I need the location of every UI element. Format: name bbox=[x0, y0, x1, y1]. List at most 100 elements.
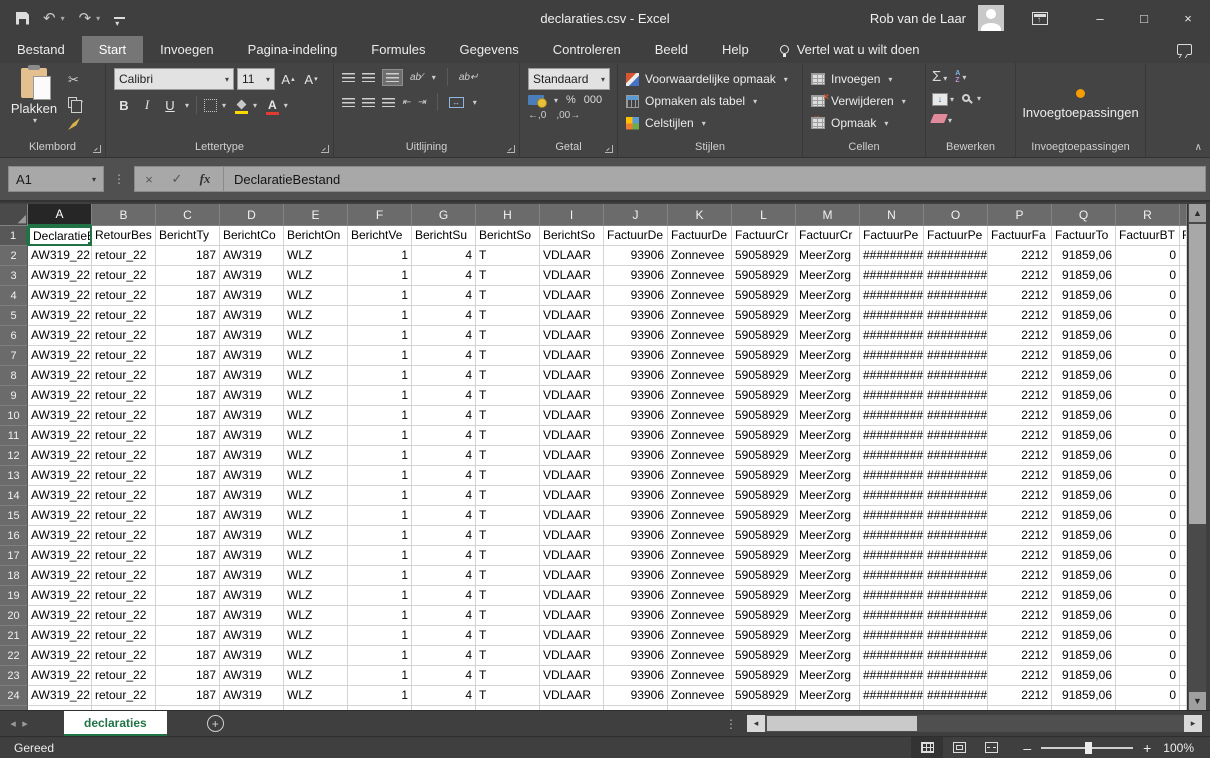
cell-M14[interactable]: MeerZorg bbox=[796, 486, 860, 506]
conditional-formatting-button[interactable]: Voorwaardelijke opmaak ▾ bbox=[626, 70, 794, 88]
cell-F23[interactable]: 1 bbox=[348, 666, 412, 686]
cell-H2[interactable]: T bbox=[476, 246, 540, 266]
cell-I17[interactable]: VDLAAR bbox=[540, 546, 604, 566]
cell-D17[interactable]: AW319 bbox=[220, 546, 284, 566]
row-header-12[interactable]: 12 bbox=[0, 446, 28, 466]
tab-pagina-indeling[interactable]: Pagina-indeling bbox=[231, 36, 355, 63]
cell-N8[interactable]: ######### bbox=[860, 366, 924, 386]
cell-N14[interactable]: ######### bbox=[860, 486, 924, 506]
cell-C8[interactable]: 187 bbox=[156, 366, 220, 386]
cell-R9[interactable]: 0 bbox=[1116, 386, 1180, 406]
cell-R8[interactable]: 0 bbox=[1116, 366, 1180, 386]
cell-L5[interactable]: 59058929 bbox=[732, 306, 796, 326]
cell-D18[interactable]: AW319 bbox=[220, 566, 284, 586]
increase-font-size-button[interactable]: A▴ bbox=[278, 69, 298, 89]
cell-M4[interactable]: MeerZorg bbox=[796, 286, 860, 306]
cell-E9[interactable]: WLZ bbox=[284, 386, 348, 406]
cell-E21[interactable]: WLZ bbox=[284, 626, 348, 646]
dialog-launcher-icon[interactable] bbox=[605, 145, 613, 153]
cell-H24[interactable]: T bbox=[476, 686, 540, 706]
column-header-R[interactable]: R bbox=[1116, 204, 1180, 226]
cell-I7[interactable]: VDLAAR bbox=[540, 346, 604, 366]
chevron-down-icon[interactable]: ▾ bbox=[185, 101, 189, 110]
cell-R13[interactable]: 0 bbox=[1116, 466, 1180, 486]
cell-I9[interactable]: VDLAAR bbox=[540, 386, 604, 406]
cell-P4[interactable]: 2212 bbox=[988, 286, 1052, 306]
cell-I23[interactable]: VDLAAR bbox=[540, 666, 604, 686]
cell-P23[interactable]: 2212 bbox=[988, 666, 1052, 686]
cell-I24[interactable]: VDLAAR bbox=[540, 686, 604, 706]
dialog-launcher-icon[interactable] bbox=[321, 145, 329, 153]
cell-I3[interactable]: VDLAAR bbox=[540, 266, 604, 286]
cell-J11[interactable]: 93906 bbox=[604, 426, 668, 446]
cell-B2[interactable]: retour_22 bbox=[92, 246, 156, 266]
cell-Q2[interactable]: 91859,06 bbox=[1052, 246, 1116, 266]
cell-styles-button[interactable]: Celstijlen ▾ bbox=[626, 114, 794, 132]
cell-K23[interactable]: Zonnevee bbox=[668, 666, 732, 686]
cell-K12[interactable]: Zonnevee bbox=[668, 446, 732, 466]
cell-D8[interactable]: AW319 bbox=[220, 366, 284, 386]
dialog-launcher-icon[interactable] bbox=[93, 145, 101, 153]
autosum-button[interactable]: Σ▾ bbox=[932, 68, 947, 86]
cell-L21[interactable]: 59058929 bbox=[732, 626, 796, 646]
cell-N19[interactable]: ######### bbox=[860, 586, 924, 606]
column-header-L[interactable]: L bbox=[732, 204, 796, 226]
cell-B18[interactable]: retour_22 bbox=[92, 566, 156, 586]
cell-partial-column[interactable] bbox=[1180, 546, 1187, 566]
cell-A9[interactable]: AW319_22 bbox=[28, 386, 92, 406]
cell-M9[interactable]: MeerZorg bbox=[796, 386, 860, 406]
cell-H11[interactable]: T bbox=[476, 426, 540, 446]
cell-M17[interactable]: MeerZorg bbox=[796, 546, 860, 566]
cell-A18[interactable]: AW319_22 bbox=[28, 566, 92, 586]
cell-K10[interactable]: Zonnevee bbox=[668, 406, 732, 426]
cell-C2[interactable]: 187 bbox=[156, 246, 220, 266]
cell-A17[interactable]: AW319_22 bbox=[28, 546, 92, 566]
cell-C11[interactable]: 187 bbox=[156, 426, 220, 446]
cell-P16[interactable]: 2212 bbox=[988, 526, 1052, 546]
cell-L17[interactable]: 59058929 bbox=[732, 546, 796, 566]
cell-P8[interactable]: 2212 bbox=[988, 366, 1052, 386]
cell-Q10[interactable]: 91859,06 bbox=[1052, 406, 1116, 426]
cell-C13[interactable]: 187 bbox=[156, 466, 220, 486]
chevron-down-icon[interactable]: ▾ bbox=[222, 101, 226, 110]
cell-R12[interactable]: 0 bbox=[1116, 446, 1180, 466]
cell-N11[interactable]: ######### bbox=[860, 426, 924, 446]
cell-M20[interactable]: MeerZorg bbox=[796, 606, 860, 626]
format-as-table-button[interactable]: Opmaken als tabel ▾ bbox=[626, 92, 794, 110]
cell-A2[interactable]: AW319_22 bbox=[28, 246, 92, 266]
cell-Q18[interactable]: 91859,06 bbox=[1052, 566, 1116, 586]
cell-D16[interactable]: AW319 bbox=[220, 526, 284, 546]
cell-Q14[interactable]: 91859,06 bbox=[1052, 486, 1116, 506]
cell-L18[interactable]: 59058929 bbox=[732, 566, 796, 586]
cell-C21[interactable]: 187 bbox=[156, 626, 220, 646]
cell-Q3[interactable]: 91859,06 bbox=[1052, 266, 1116, 286]
column-header-B[interactable]: B bbox=[92, 204, 156, 226]
cell-K13[interactable]: Zonnevee bbox=[668, 466, 732, 486]
cell-P14[interactable]: 2212 bbox=[988, 486, 1052, 506]
cell-N5[interactable]: ######### bbox=[860, 306, 924, 326]
cell-G16[interactable]: 4 bbox=[412, 526, 476, 546]
cell-L2[interactable]: 59058929 bbox=[732, 246, 796, 266]
chevron-down-icon[interactable]: ▾ bbox=[554, 96, 558, 105]
row-header-23[interactable]: 23 bbox=[0, 666, 28, 686]
cell-partial-column[interactable] bbox=[1180, 566, 1187, 586]
cell-F10[interactable]: 1 bbox=[348, 406, 412, 426]
cell-B24[interactable]: retour_22 bbox=[92, 686, 156, 706]
currency-format-icon[interactable] bbox=[528, 95, 544, 105]
cell-A6[interactable]: AW319_22 bbox=[28, 326, 92, 346]
cell-F6[interactable]: 1 bbox=[348, 326, 412, 346]
cell-D22[interactable]: AW319 bbox=[220, 646, 284, 666]
cell-M23[interactable]: MeerZorg bbox=[796, 666, 860, 686]
cell-C15[interactable]: 187 bbox=[156, 506, 220, 526]
cell-Q9[interactable]: 91859,06 bbox=[1052, 386, 1116, 406]
column-header-A[interactable]: A bbox=[28, 204, 92, 226]
cell-partial-column[interactable] bbox=[1180, 626, 1187, 646]
cell-E12[interactable]: WLZ bbox=[284, 446, 348, 466]
cell-I4[interactable]: VDLAAR bbox=[540, 286, 604, 306]
cell-R14[interactable]: 0 bbox=[1116, 486, 1180, 506]
tab-gegevens[interactable]: Gegevens bbox=[442, 36, 535, 63]
cell-K5[interactable]: Zonnevee bbox=[668, 306, 732, 326]
cell-L3[interactable]: 59058929 bbox=[732, 266, 796, 286]
tab-invoegen[interactable]: Invoegen bbox=[143, 36, 231, 63]
tab-controleren[interactable]: Controleren bbox=[536, 36, 638, 63]
